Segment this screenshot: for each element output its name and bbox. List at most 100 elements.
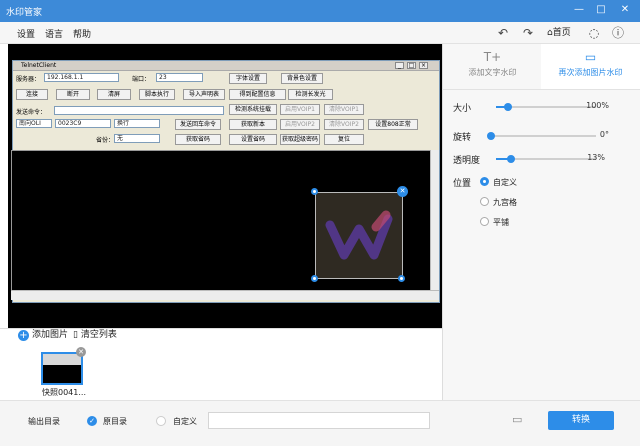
folder-icon[interactable]: ▭ <box>512 413 522 426</box>
send-enter-button: 发送回车命令 <box>175 119 221 130</box>
watermark-image[interactable] <box>315 192 403 279</box>
add-image-label: 添加图片 <box>32 330 69 340</box>
send-cmd-label: 发送命令： <box>16 109 47 116</box>
port-label: 端口： <box>132 76 151 83</box>
watermark-logo-icon <box>325 210 393 260</box>
position-grid-label: 九宫格 <box>493 198 517 207</box>
text-watermark-icon: T+ <box>483 50 502 64</box>
opacity-slider-knob[interactable] <box>507 155 515 163</box>
telnet-title-bar: TelnetClient _ □ × <box>13 61 439 71</box>
help-icon[interactable]: ⓘ <box>612 24 624 42</box>
watermark-remove-icon[interactable]: ✕ <box>397 186 408 197</box>
get-version-button: 获取新本 <box>229 119 277 130</box>
position-tile-radio[interactable] <box>480 217 489 226</box>
image-watermark-icon: ▭ <box>584 50 597 64</box>
redo-icon[interactable]: ↷ <box>521 24 535 42</box>
maximize-button[interactable]: □ <box>593 3 609 17</box>
settings-panel <box>442 44 640 400</box>
rotate-slider-knob[interactable] <box>487 132 495 140</box>
import-button: 导入声明表 <box>183 89 225 100</box>
bg-color-button: 背景色设置 <box>281 73 323 84</box>
position-custom-radio[interactable] <box>480 177 489 186</box>
set-code-button: 设置省码 <box>229 134 277 145</box>
rotate-value: 0° <box>599 130 609 139</box>
opacity-label: 透明度 <box>453 156 481 166</box>
voip1-enable-button: 启用VOIP1 <box>280 104 320 115</box>
original-dir-label: 原目录 <box>103 417 127 426</box>
tab-add-image[interactable]: ▭ 再次添加图片水印 <box>541 44 640 89</box>
undo-icon[interactable]: ↶ <box>496 24 510 42</box>
clear-list-button[interactable]: ▯ 清空列表 <box>73 329 117 342</box>
port-field: 23 <box>156 73 203 82</box>
province-select: 无 <box>114 134 160 143</box>
get-config-button: 得到配置信息 <box>229 89 286 100</box>
resize-handle-tl[interactable] <box>311 188 318 195</box>
send-cmd-field <box>54 106 224 115</box>
run-script-button: 脚本执行 <box>139 89 175 100</box>
hex-select: 0023C9 <box>55 119 111 128</box>
trash-icon: ▯ <box>73 330 81 340</box>
terminal-vscrollbar <box>430 150 439 292</box>
size-slider-knob[interactable] <box>504 103 512 111</box>
minimize-button[interactable]: — <box>571 3 587 17</box>
reset-button: 复位 <box>324 134 364 145</box>
clear-list-label: 清空列表 <box>80 330 117 340</box>
custom-dir-label: 自定义 <box>173 417 197 426</box>
newline-select: 换行 <box>114 119 160 128</box>
get-password-button: 获取超级密码 <box>280 134 320 145</box>
close-button[interactable]: ✕ <box>617 3 633 17</box>
window-title: 水印管家 <box>6 8 43 18</box>
output-path-input[interactable] <box>208 412 430 429</box>
thumbnail-remove-icon[interactable]: ✕ <box>76 347 86 357</box>
telnet-min-icon: _ <box>395 62 404 69</box>
position-grid-radio[interactable] <box>480 197 489 206</box>
voip2-clear-button: 清除VOIP2 <box>324 119 364 130</box>
telnet-title: TelnetClient <box>21 62 57 69</box>
thumbnail-preview <box>43 354 81 365</box>
title-bar: 水印管家 — □ ✕ <box>0 0 640 22</box>
menu-settings[interactable]: 设置 <box>17 27 35 40</box>
channel-select: 南向OLI <box>16 119 52 128</box>
menu-language[interactable]: 语言 <box>45 27 63 40</box>
font-settings-button: 字体设置 <box>229 73 267 84</box>
detect-sys-button: 检测系统挂载 <box>229 104 277 115</box>
get-code-button: 获取省码 <box>175 134 221 145</box>
resize-handle-br[interactable] <box>398 275 405 282</box>
position-tile-label: 平铺 <box>493 218 509 227</box>
set808-button: 设置808正常 <box>368 119 418 130</box>
menu-bar <box>0 22 640 44</box>
thumbnail[interactable] <box>41 352 83 385</box>
voip1-clear-button: 清除VOIP1 <box>324 104 364 115</box>
position-custom-label: 自定义 <box>493 178 517 187</box>
chat-icon[interactable]: ◌ <box>588 24 600 42</box>
clear-screen-button: 清屏 <box>97 89 131 100</box>
connect-button: 连接 <box>16 89 48 100</box>
detect-light-button: 检测长发光 <box>288 89 333 100</box>
thumbnail-label: 快照0041... <box>42 388 86 397</box>
size-value: 100% <box>586 101 609 110</box>
menu-help[interactable]: 帮助 <box>73 27 91 40</box>
voip2-enable-button: 启用VOIP2 <box>280 119 320 130</box>
province-label: 省份： <box>96 137 115 144</box>
convert-button[interactable]: 转换 <box>548 411 614 430</box>
opacity-value: 13% <box>587 153 605 162</box>
rotate-label: 旋转 <box>453 133 472 143</box>
server-field: 192.168.1.1 <box>44 73 119 82</box>
tab-add-text-label: 添加文字水印 <box>468 68 517 77</box>
plus-icon: + <box>18 330 29 341</box>
tab-add-text[interactable]: T+ 添加文字水印 <box>443 44 542 89</box>
terminal-hscrollbar <box>11 290 439 300</box>
telnet-max-icon: □ <box>407 62 416 69</box>
size-label: 大小 <box>453 104 472 114</box>
tab-divider <box>442 89 640 90</box>
position-label: 位置 <box>453 179 472 189</box>
tab-add-image-label: 再次添加图片水印 <box>558 68 623 77</box>
custom-dir-radio[interactable] <box>156 416 166 426</box>
home-label: 首页 <box>552 28 571 38</box>
output-dir-label: 输出目录 <box>28 417 60 426</box>
home-link[interactable]: ⌂首页 <box>547 24 571 42</box>
add-image-button[interactable]: + 添加图片 <box>18 329 68 342</box>
server-label: 服务器： <box>16 76 41 83</box>
original-dir-radio[interactable]: ✓ <box>87 416 97 426</box>
resize-handle-bl[interactable] <box>311 275 318 282</box>
